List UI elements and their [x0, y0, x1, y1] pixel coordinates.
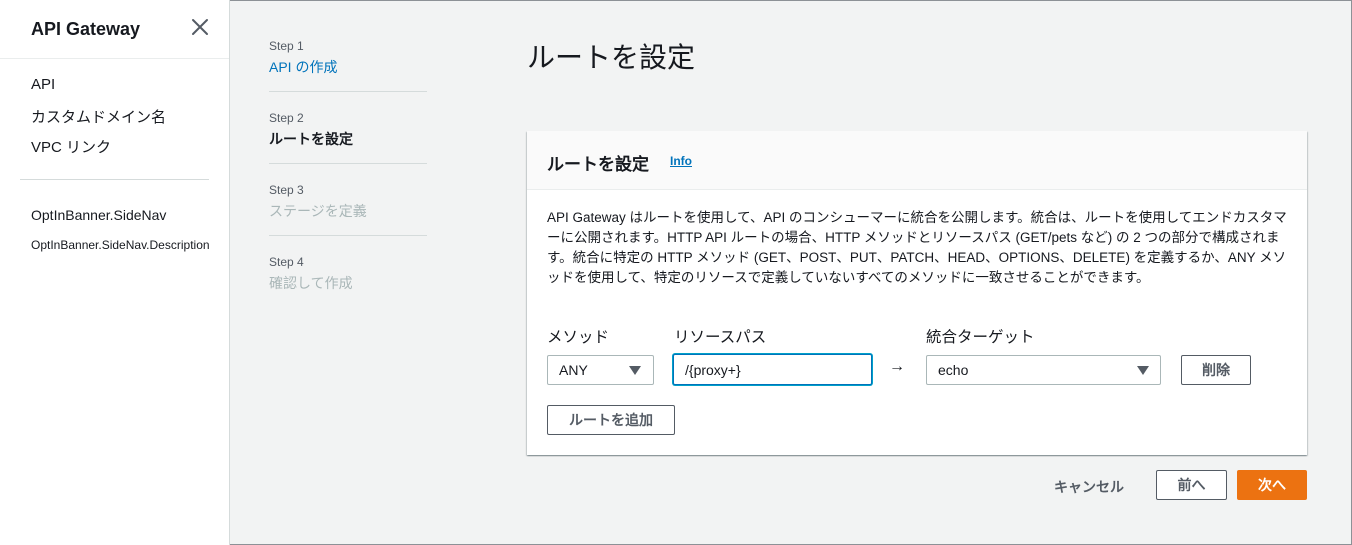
info-link[interactable]: Info: [670, 154, 692, 168]
close-icon[interactable]: [189, 16, 211, 38]
caret-down-icon: [629, 366, 641, 375]
add-route-button[interactable]: ルートを追加: [547, 405, 675, 435]
configure-routes-panel: ルートを設定 Info API Gateway はルートを使用して、API のコ…: [527, 131, 1307, 455]
step-number: Step 3: [269, 183, 304, 197]
method-label: メソッド: [547, 329, 610, 346]
wizard-step-1: Step 1 API の作成: [269, 39, 427, 77]
step-define-stages: ステージを定義: [269, 203, 367, 219]
step-number: Step 2: [269, 111, 304, 125]
method-select-value: ANY: [559, 362, 588, 378]
step-current-configure-routes: ルートを設定: [269, 131, 353, 147]
resource-path-value: /{proxy+}: [685, 362, 741, 378]
step-divider: [269, 163, 427, 164]
delete-route-button[interactable]: 削除: [1181, 355, 1251, 385]
step-number: Step 1: [269, 39, 304, 53]
right-arrow-icon: →: [889, 358, 905, 375]
sidebar-item-custom-domain[interactable]: カスタムドメイン名: [31, 106, 166, 127]
integration-target-select[interactable]: echo: [926, 355, 1161, 385]
step-link-create-api[interactable]: API の作成: [269, 57, 427, 77]
step-divider: [269, 235, 427, 236]
panel-description: API Gateway はルートを使用して、API のコンシューマーに統合を公開…: [547, 210, 1287, 285]
caret-down-icon: [1137, 366, 1149, 375]
step-review-and-create: 確認して作成: [269, 275, 353, 291]
wizard-step-4: Step 4 確認して作成: [269, 255, 427, 293]
cancel-button[interactable]: キャンセル: [1054, 477, 1124, 497]
sidebar-item-api[interactable]: API: [31, 76, 55, 93]
sidebar-title: API Gateway: [31, 19, 141, 39]
sidebar-header-divider: [0, 58, 229, 59]
method-select[interactable]: ANY: [547, 355, 654, 385]
side-navigation: API Gateway API カスタムドメイン名 VPC リンク OptInB…: [0, 0, 230, 545]
wizard-step-2: Step 2 ルートを設定: [269, 111, 427, 149]
integration-target-label: 統合ターゲット: [926, 329, 1035, 346]
sidebar-divider: [20, 179, 209, 180]
sidebar-opt-in-banner-description: OptInBanner.SideNav.Description: [31, 238, 210, 252]
step-divider: [269, 91, 427, 92]
next-button[interactable]: 次へ: [1237, 470, 1307, 500]
resource-path-label: リソースパス: [674, 329, 767, 346]
integration-target-value: echo: [938, 362, 969, 378]
page-title: ルートを設定: [527, 42, 696, 73]
panel-title: ルートを設定: [547, 155, 649, 174]
previous-button[interactable]: 前へ: [1156, 470, 1227, 500]
sidebar-opt-in-banner: OptInBanner.SideNav: [31, 207, 167, 223]
resource-path-input[interactable]: /{proxy+}: [673, 354, 872, 385]
wizard-step-3: Step 3 ステージを定義: [269, 183, 427, 221]
sidebar-item-vpc-link[interactable]: VPC リンク: [31, 136, 111, 157]
step-number: Step 4: [269, 255, 304, 269]
panel-header: ルートを設定 Info: [527, 131, 1307, 190]
